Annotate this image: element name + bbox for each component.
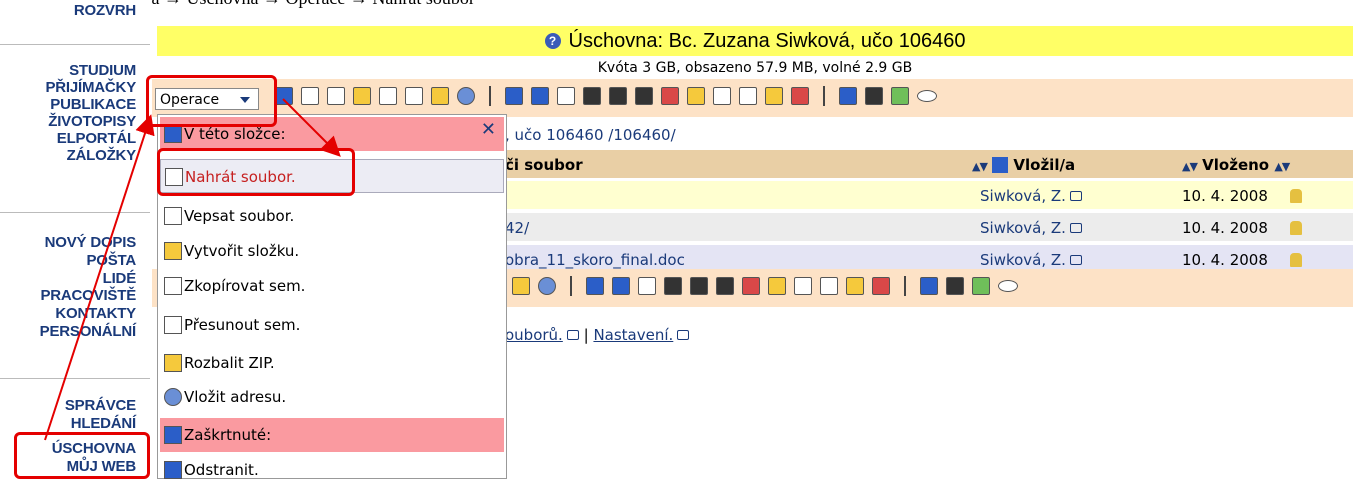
annotation-arrows xyxy=(44,98,341,441)
arrow-to-operations xyxy=(44,114,155,441)
arrow-to-upload xyxy=(282,98,341,157)
